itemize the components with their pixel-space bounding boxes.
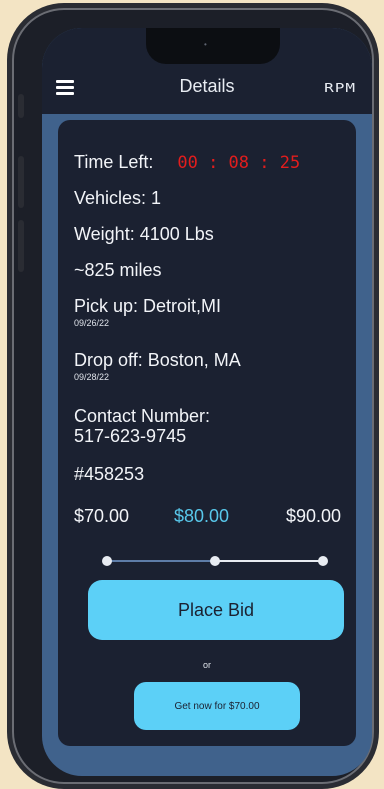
time-left-row: Time Left: 00 : 08 : 25 (74, 152, 300, 173)
bid-slider-handle[interactable] (210, 556, 220, 566)
time-left-label: Time Left: (74, 152, 154, 172)
place-bid-button[interactable]: Place Bid (88, 580, 344, 640)
phone-frame: • Details RPM Time Left: 00 : 08 : 25 Veh… (12, 8, 374, 784)
distance: ~825 miles (74, 260, 162, 280)
countdown-timer: 00 : 08 : 25 (177, 153, 301, 173)
weight: Weight: 4100 Lbs (74, 224, 214, 244)
volume-up-button (18, 156, 24, 208)
get-now-button[interactable]: Get now for $70.00 (134, 682, 300, 730)
camera-icon: • (204, 40, 207, 49)
load-details-card: Time Left: 00 : 08 : 25 Vehicles: 1 Weigh… (58, 120, 356, 746)
bid-selected-price: $80.00 (174, 506, 230, 526)
contact-number[interactable]: 517-623-9745 (74, 426, 186, 447)
vehicles-count: Vehicles: 1 (74, 188, 162, 208)
slider-stop-max[interactable] (318, 556, 328, 566)
pickup-location: Pick up: Detroit,MI (74, 296, 222, 316)
dropoff-location: Drop off: Boston, MA (74, 350, 241, 370)
volume-down-button (18, 220, 24, 272)
bid-max-price: $90.00 (286, 506, 342, 526)
dropoff-date: 09/28/22 (74, 372, 110, 382)
pickup-date: 09/26/22 (74, 318, 110, 328)
or-divider: or (202, 660, 211, 670)
top-bar: • Details RPM (42, 28, 372, 114)
page-title: Details (179, 76, 235, 96)
phone-screen: • Details RPM Time Left: 00 : 08 : 25 Veh… (42, 28, 372, 776)
mute-switch (18, 94, 24, 118)
contact-label: Contact Number: (74, 406, 211, 426)
slider-stop-min[interactable] (102, 556, 112, 566)
bid-min-price: $70.00 (74, 506, 130, 526)
bid-slider-fill (106, 560, 214, 562)
notch: • (146, 28, 280, 64)
rpm-logo: RPM (324, 79, 356, 96)
order-id: #458253 (74, 464, 145, 484)
